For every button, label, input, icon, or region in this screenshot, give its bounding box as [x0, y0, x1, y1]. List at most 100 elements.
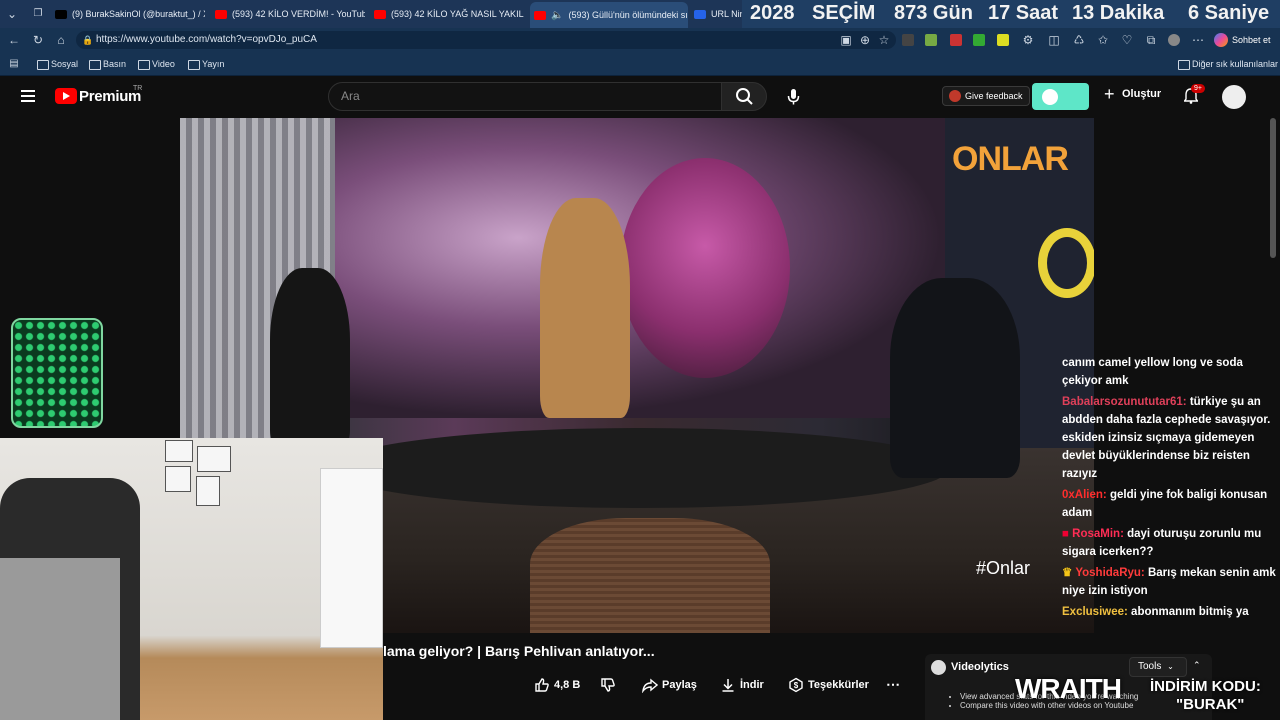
chat-message: Exclusiwee: abonmanım bitmiş ya	[1062, 603, 1276, 621]
reload-icon[interactable]: ↻	[30, 32, 46, 48]
download-button[interactable]: İndir	[720, 676, 764, 694]
chat-username: RosaMin:	[1072, 528, 1124, 540]
give-feedback-button[interactable]: Give feedback	[942, 86, 1030, 106]
youtube-premium-brand[interactable]: Premium	[79, 88, 141, 105]
lock-icon[interactable]: 🔒	[80, 32, 96, 48]
wall-frame	[196, 476, 220, 506]
address-bar-row: ← ↻ ⌂ https://www.youtube.com/watch?v=op…	[0, 28, 1280, 52]
screenshot-icon[interactable]: ▣	[838, 32, 854, 48]
browser-tab[interactable]: (9) BurakSakinOl (@buraktut_) / X ✕	[55, 4, 205, 24]
youtube-logo-icon[interactable]	[55, 88, 77, 104]
profile-avatar-icon[interactable]	[1168, 34, 1180, 46]
super-thanks-icon: $	[789, 677, 803, 693]
search-input[interactable]: Ara	[328, 82, 722, 111]
collections-icon[interactable]: ⧉	[1143, 32, 1159, 48]
download-icon	[722, 679, 734, 692]
search-icon	[736, 88, 753, 105]
countdown-hours: 17 Saat	[988, 2, 1059, 24]
back-icon[interactable]: ←	[6, 32, 22, 48]
dislike-button[interactable]	[600, 676, 616, 694]
more-actions-icon[interactable]: ⋯	[886, 676, 900, 693]
browser-tab[interactable]: (593) 42 KİLO VERDİM! - YouTube ✕	[215, 4, 365, 24]
create-button[interactable]: Oluştur	[1104, 84, 1161, 105]
follower-jar-widget	[11, 318, 103, 428]
workspaces-icon[interactable]: ❐	[30, 6, 46, 22]
extension-toggle[interactable]	[1032, 83, 1089, 110]
extension-icon[interactable]	[902, 34, 914, 46]
host-figure	[540, 198, 630, 418]
youtube-favicon-icon	[215, 9, 227, 19]
search-button[interactable]	[721, 82, 767, 111]
zoom-icon[interactable]: ⊕	[857, 32, 873, 48]
chat-text: canım camel yellow long ve soda çekiyor …	[1062, 357, 1243, 387]
page-scrollbar[interactable]	[1270, 118, 1276, 258]
bookmarks-bar: ▤ Sosyal Basın Video Yayın Diğer sık kul…	[0, 52, 1280, 76]
wall-frame	[165, 440, 193, 462]
favorites-icon[interactable]: ✩	[1095, 32, 1111, 48]
voice-search-button[interactable]	[781, 84, 806, 109]
panelist-figure	[270, 268, 350, 448]
streamer-webcam	[0, 438, 383, 720]
bookmark-folder[interactable]: Yayın	[188, 57, 224, 71]
tab-label: (593) 42 KİLO VERDİM! - YouTube	[232, 9, 365, 19]
bookmark-folder[interactable]: Basın	[89, 57, 126, 71]
hamburger-menu-icon[interactable]	[21, 90, 35, 102]
browser-tab-active[interactable]: 🔈 (593) Güllü'nün ölümündeki sı ✕	[530, 2, 688, 28]
video-title: lama geliyor? | Barış Pehlivan anlatıyor…	[383, 643, 655, 659]
browser-tab[interactable]: URL Ninja	[694, 4, 742, 24]
countdown-year: 2028	[750, 2, 795, 24]
videolytics-title: Videolytics	[951, 661, 1009, 673]
browser-tab-strip: ⌄ ❐ (9) BurakSakinOl (@buraktut_) / X ✕ …	[0, 0, 1280, 28]
url-field[interactable]: https://www.youtube.com/watch?v=opvDJo_p…	[76, 31, 896, 49]
reading-list-icon[interactable]: ▤	[6, 56, 22, 72]
thanks-button[interactable]: $ Teşekkürler	[788, 676, 869, 694]
notification-count-badge: 9+	[1191, 84, 1205, 93]
countdown-days: 873 Gün	[894, 2, 973, 24]
copilot-chat-button[interactable]: Sohbet et	[1214, 32, 1271, 48]
streamer-figure	[0, 558, 120, 720]
other-bookmarks-folder[interactable]: Diğer sık kullanılanlar	[1178, 57, 1278, 71]
share-label: Paylaş	[662, 679, 697, 691]
tab-menu-chevron-icon[interactable]: ⌄	[4, 6, 20, 22]
speaker-icon[interactable]: 🔈	[551, 10, 563, 21]
share-button[interactable]: Paylaş	[642, 676, 697, 694]
browser-tab[interactable]: (593) 42 KİLO YAĞ NASIL YAKILIR d ✕	[374, 4, 524, 24]
chat-message: ♛ YoshidaRyu: Barış mekan senin amk niye…	[1062, 564, 1276, 600]
whiteboard	[320, 468, 383, 648]
microphone-icon	[787, 89, 800, 105]
countdown-seconds: 6 Saniye	[1188, 2, 1270, 24]
extension-icon[interactable]	[997, 34, 1009, 46]
crown-badge-icon: ♛	[1062, 567, 1073, 579]
more-menu-icon[interactable]: ⋯	[1190, 32, 1206, 48]
tab-label: (593) Güllü'nün ölümündeki sı	[568, 10, 688, 20]
account-avatar[interactable]	[1222, 85, 1246, 109]
videolytics-logo-icon	[931, 660, 946, 675]
split-screen-icon[interactable]: ◫	[1046, 32, 1062, 48]
home-icon[interactable]: ⌂	[53, 32, 69, 48]
share-icon	[642, 678, 658, 693]
x-favicon-icon	[55, 9, 67, 19]
like-button[interactable]: 4,8 B	[534, 676, 580, 694]
tab-label: (9) BurakSakinOl (@buraktut_) / X	[72, 9, 205, 19]
thumbs-down-icon	[601, 678, 615, 692]
extension-icon[interactable]	[973, 34, 985, 46]
youtube-header: Premium TR Ara Give feedback Oluştur 9+	[0, 76, 1280, 118]
like-count: 4,8 B	[554, 679, 581, 691]
tools-dropdown[interactable]: Tools ⌄	[1129, 657, 1187, 677]
performance-icon[interactable]: ♺	[1071, 32, 1087, 48]
extensions-puzzle-icon[interactable]: ⚙	[1020, 32, 1036, 48]
extension-icon[interactable]	[925, 34, 937, 46]
bookmark-folder[interactable]: Video	[138, 57, 175, 71]
panelist-figure	[890, 278, 1020, 478]
chat-username: YoshidaRyu:	[1075, 567, 1145, 579]
favorite-star-icon[interactable]: ☆	[876, 32, 892, 48]
show-ring-logo	[1038, 228, 1094, 298]
browser-essentials-icon[interactable]: ♡	[1119, 32, 1135, 48]
bookmark-folder[interactable]: Sosyal	[37, 57, 78, 71]
collapse-chevron-icon[interactable]: ⌃	[1193, 660, 1201, 671]
chat-message: canım camel yellow long ve soda çekiyor …	[1062, 354, 1276, 390]
chat-message: 0xAlien: geldi yine fok baligi konusan a…	[1062, 486, 1276, 522]
download-label: İndir	[740, 679, 764, 691]
discount-code-label: İNDİRİM KODU:	[1150, 678, 1261, 695]
extension-icon[interactable]	[950, 34, 962, 46]
